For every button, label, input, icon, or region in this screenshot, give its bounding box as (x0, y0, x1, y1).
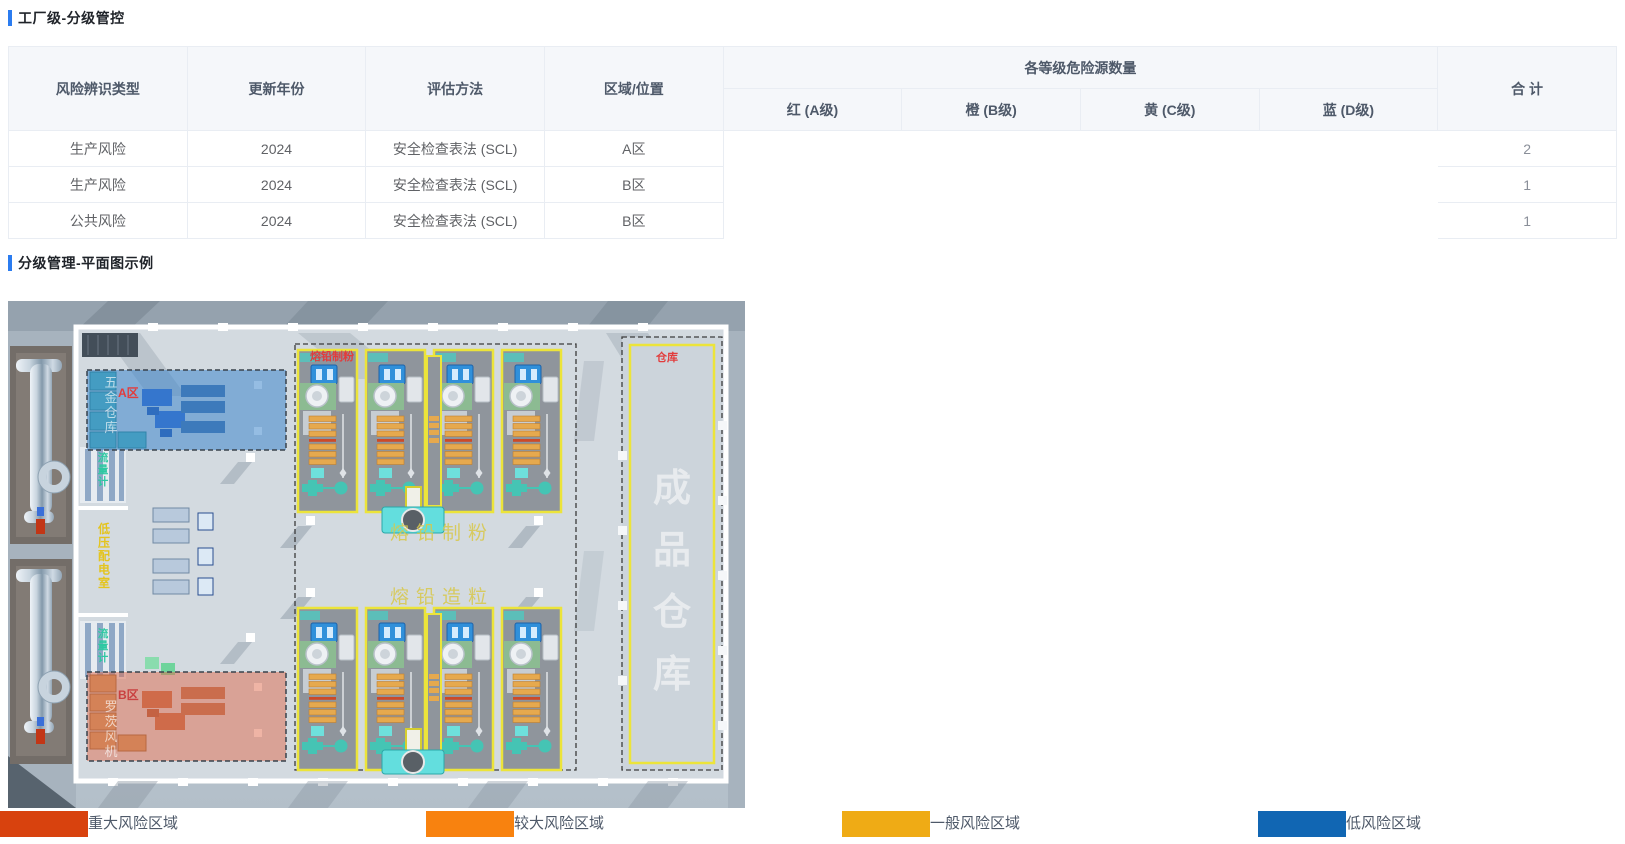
title-accent-bar (8, 10, 12, 26)
col-header-year: 更新年份 (187, 47, 366, 131)
cell-type: 生产风险 (9, 167, 188, 203)
melt-powder-area-label: 熔铅制粉 (390, 522, 494, 544)
cell-blue-count: 0 (1259, 167, 1438, 203)
legend-swatch-orange (426, 811, 514, 837)
melt-powder-tag: 熔铅制粉 (310, 349, 354, 363)
legend-label: 重大风险区域 (88, 810, 178, 837)
cell-orange-count: 0 (902, 131, 1081, 167)
low-voltage-room-label: 低压配电室 (97, 521, 110, 590)
cell-blue-count: 0 (1259, 203, 1438, 239)
col-header-blue: 蓝 (D级) (1259, 89, 1438, 131)
col-header-orange: 橙 (B级) (902, 89, 1081, 131)
col-header-total: 合 计 (1438, 47, 1617, 131)
zone-b-room-label: 罗茨风机 (104, 699, 117, 759)
cell-area: B区 (544, 203, 723, 239)
cell-method: 安全检查表法 (SCL) (366, 131, 545, 167)
cell-red-count: 1 (723, 203, 902, 239)
cell-year: 2024 (187, 167, 366, 203)
table-header-row-1: 风险辨识类型 更新年份 评估方法 区域/位置 各等级危险源数量 合 计 (9, 47, 1617, 89)
outdoor-equipment-bottom (10, 559, 72, 764)
cell-blue-count: 2 (1259, 131, 1438, 167)
flow-meter-label: 流量计 (98, 451, 109, 488)
col-header-red: 红 (A级) (723, 89, 902, 131)
cell-type: 公共风险 (9, 203, 188, 239)
cell-yellow-count: 0 (1080, 131, 1259, 167)
cell-red-count: 0 (723, 131, 902, 167)
col-header-area: 区域/位置 (544, 47, 723, 131)
warehouse-tag: 仓库 (655, 350, 678, 364)
col-header-group: 各等级危险源数量 (723, 47, 1438, 89)
cell-year: 2024 (187, 203, 366, 239)
risk-table: 风险辨识类型 更新年份 评估方法 区域/位置 各等级危险源数量 合 计 红 (A… (8, 46, 1617, 239)
legend-swatch-blue (1258, 811, 1346, 837)
section-title-plan: 分级管理-平面图示例 (8, 254, 154, 272)
legend-item-low-risk: 低风险区域 (1258, 810, 1421, 837)
cell-total: 1 (1438, 203, 1617, 239)
legend-label: 一般风险区域 (930, 810, 1020, 837)
cell-total: 2 (1438, 131, 1617, 167)
flow-meter-label: 流量计 (98, 627, 109, 664)
outdoor-equipment-top (10, 346, 72, 544)
cell-year: 2024 (187, 131, 366, 167)
table-row: 生产风险 2024 安全检查表法 (SCL) B区 1 0 0 0 1 (9, 167, 1617, 203)
legend-swatch-yellow (842, 811, 930, 837)
risk-legend: 重大风险区域 较大风险区域 一般风险区域 低风险区域 (0, 810, 1625, 837)
cell-orange-count: 0 (902, 167, 1081, 203)
flow-meter-room-1: 流量计 (80, 447, 126, 503)
legend-item-major-risk: 重大风险区域 (0, 810, 178, 837)
zone-b-tag: B区 (118, 688, 139, 702)
section-title-text: 工厂级-分级管控 (18, 8, 125, 28)
cell-area: B区 (544, 167, 723, 203)
cell-red-count: 1 (723, 167, 902, 203)
vent-grille (82, 333, 138, 357)
title-accent-bar (8, 255, 12, 271)
zone-a-room-label: 五金仓库 (104, 375, 117, 435)
col-header-method: 评估方法 (366, 47, 545, 131)
cell-yellow-count: 0 (1080, 167, 1259, 203)
legend-label: 低风险区域 (1346, 810, 1421, 837)
cell-total: 1 (1438, 167, 1617, 203)
cell-area: A区 (544, 131, 723, 167)
section-title-factory: 工厂级-分级管控 (8, 9, 125, 27)
legend-swatch-red (0, 811, 88, 837)
cell-yellow-count: 0 (1080, 203, 1259, 239)
legend-item-general-risk: 一般风险区域 (842, 810, 1020, 837)
cell-method: 安全检查表法 (SCL) (366, 167, 545, 203)
section-title-text: 分级管理-平面图示例 (18, 253, 154, 273)
table-row: 生产风险 2024 安全检查表法 (SCL) A区 0 0 0 2 2 (9, 131, 1617, 167)
legend-label: 较大风险区域 (514, 810, 604, 837)
zone-a-tag: A区 (118, 386, 139, 400)
col-header-yellow: 黄 (C级) (1080, 89, 1259, 131)
cell-orange-count: 0 (902, 203, 1081, 239)
cell-type: 生产风险 (9, 131, 188, 167)
melt-granulate-area-label: 熔铅造粒 (390, 586, 494, 608)
floor-plan-image: 流量计 流量计 低压配电室 (8, 301, 745, 808)
cell-method: 安全检查表法 (SCL) (366, 203, 545, 239)
table-row: 公共风险 2024 安全检查表法 (SCL) B区 1 0 0 0 1 (9, 203, 1617, 239)
flow-meter-room-2: 流量计 (80, 621, 126, 679)
legend-item-larger-risk: 较大风险区域 (426, 810, 604, 837)
col-header-type: 风险辨识类型 (9, 47, 188, 131)
